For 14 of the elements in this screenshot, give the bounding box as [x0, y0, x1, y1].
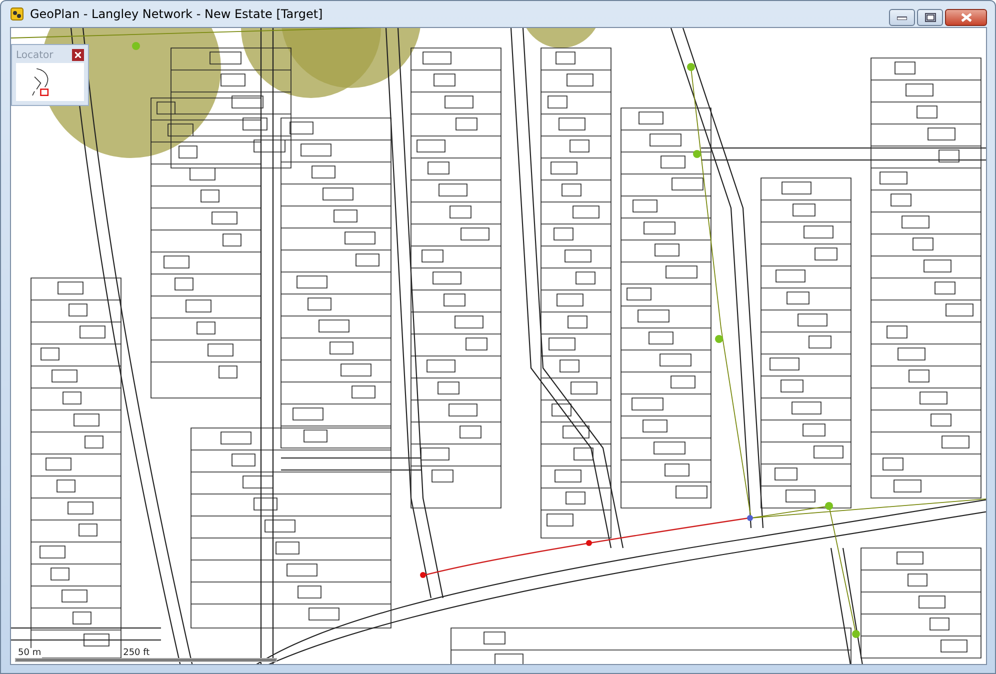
app-logo-icon: [10, 7, 24, 21]
close-button[interactable]: [72, 49, 84, 61]
locator-minimap[interactable]: [16, 63, 84, 101]
scale-label: 50 m: [17, 648, 42, 658]
close-icon: [75, 52, 81, 58]
minimize-button[interactable]: [889, 9, 915, 26]
scale-label: 250 ft: [122, 648, 151, 658]
locator-title: Locator: [16, 50, 54, 60]
close-icon: [960, 13, 972, 22]
maximize-icon: [924, 13, 936, 22]
maximize-button[interactable]: [917, 9, 943, 26]
minimize-icon: [897, 16, 907, 20]
window-title: GeoPlan - Langley Network - New Estate [Target]: [30, 7, 324, 21]
close-button[interactable]: [945, 9, 987, 26]
